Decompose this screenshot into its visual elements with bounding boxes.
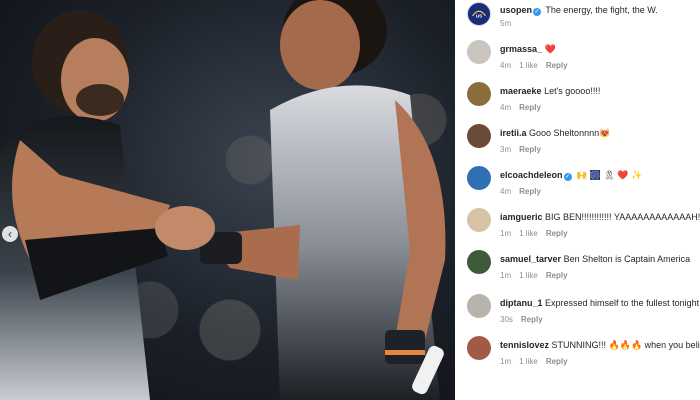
comment-item: iretii.a Gooo Sheltonnnn😻 3m Reply xyxy=(467,124,700,166)
usopen-avatar[interactable]: US xyxy=(467,2,491,26)
comment-text: 🙌 🎆 🎗 ❤️ ✨ xyxy=(576,170,643,180)
commenter-avatar[interactable] xyxy=(467,208,491,232)
usopen-logo-icon: US xyxy=(468,3,490,25)
commenter-avatar[interactable] xyxy=(467,40,491,64)
players-illustration xyxy=(0,0,446,400)
comment-time[interactable]: 1m xyxy=(500,271,511,280)
verified-badge-icon: ✓ xyxy=(563,173,572,181)
reply-button[interactable]: Reply xyxy=(521,315,543,324)
comment-text: Expressed himself to the fullest tonight xyxy=(545,298,700,308)
comment-item: diptanu_1 Expressed himself to the fulle… xyxy=(467,294,700,336)
comment-line: samuel_tarver Ben Shelton is Captain Ame… xyxy=(500,253,690,265)
verified-badge-icon: ✓ xyxy=(533,8,542,16)
comment-line: diptanu_1 Expressed himself to the fulle… xyxy=(500,297,699,309)
commenter-avatar[interactable] xyxy=(467,250,491,274)
comments-panel[interactable]: US usopen ✓ The energy, the fight, the W.… xyxy=(455,0,700,400)
caption-meta: 5m xyxy=(500,19,519,28)
comment-username[interactable]: iamgueric xyxy=(500,212,543,222)
comment-item: iamgueric BIG BEN!!!!!!!!!!!! YAAAAAAAAA… xyxy=(467,208,700,250)
comment-likes[interactable]: 1 like xyxy=(519,229,538,238)
comment-username[interactable]: grmassa_ xyxy=(500,44,542,54)
comment-likes[interactable]: 1 like xyxy=(519,357,538,366)
comment-text: ❤️ xyxy=(544,44,556,54)
comment-line: tennislovez STUNNING!!! 🔥🔥🔥 when you bel… xyxy=(500,339,700,351)
comment-line: maeraeke Let's goooo!!!! xyxy=(500,85,600,97)
comment-username[interactable]: tennislovez xyxy=(500,340,549,350)
caption-time[interactable]: 5m xyxy=(500,19,511,28)
post-caption: US usopen ✓ The energy, the fight, the W.… xyxy=(467,0,700,36)
comment-likes[interactable]: 1 like xyxy=(519,271,538,280)
comment-username[interactable]: iretii.a xyxy=(500,128,527,138)
commenter-avatar[interactable] xyxy=(467,166,491,190)
comment-item: tennislovez STUNNING!!! 🔥🔥🔥 when you bel… xyxy=(467,336,700,378)
reply-button[interactable]: Reply xyxy=(519,187,541,196)
comment-meta: 1m 1 like Reply xyxy=(500,357,576,366)
comment-meta: 1m 1 like Reply xyxy=(500,229,576,238)
commenter-avatar[interactable] xyxy=(467,294,491,318)
comment-time[interactable]: 1m xyxy=(500,229,511,238)
caption-username[interactable]: usopen xyxy=(500,5,532,15)
reply-button[interactable]: Reply xyxy=(546,357,568,366)
comment-meta: 30s Reply xyxy=(500,315,551,324)
comment-meta: 4m Reply xyxy=(500,103,549,112)
reply-button[interactable]: Reply xyxy=(519,145,541,154)
comment-meta: 4m Reply xyxy=(500,187,549,196)
caption-text: The energy, the fight, the W. xyxy=(545,5,658,15)
comment-item: grmassa_ ❤️ 4m 1 like Reply xyxy=(467,40,700,82)
comment-username[interactable]: diptanu_1 xyxy=(500,298,543,308)
comment-meta: 4m 1 like Reply xyxy=(500,61,576,70)
commenter-avatar[interactable] xyxy=(467,124,491,148)
comment-likes[interactable]: 1 like xyxy=(519,61,538,70)
comment-text: STUNNING!!! 🔥🔥🔥 when you belie possible!… xyxy=(551,340,700,350)
caption-line: usopen ✓ The energy, the fight, the W. xyxy=(500,4,658,16)
comment-item: elcoachdeleon ✓ 🙌 🎆 🎗 ❤️ ✨ 4m Reply xyxy=(467,166,700,208)
comment-username[interactable]: samuel_tarver xyxy=(500,254,561,264)
reply-button[interactable]: Reply xyxy=(546,229,568,238)
reply-button[interactable]: Reply xyxy=(546,61,568,70)
comment-line: iamgueric BIG BEN!!!!!!!!!!!! YAAAAAAAAA… xyxy=(500,211,700,223)
comment-meta: 1m 1 like Reply xyxy=(500,271,576,280)
previous-image-button[interactable]: ‹ xyxy=(2,226,18,242)
comment-line: elcoachdeleon ✓ 🙌 🎆 🎗 ❤️ ✨ xyxy=(500,169,642,181)
comment-meta: 3m Reply xyxy=(500,145,549,154)
comment-time[interactable]: 1m xyxy=(500,357,511,366)
comment-item: maeraeke Let's goooo!!!! 4m Reply xyxy=(467,82,700,124)
reply-button[interactable]: Reply xyxy=(546,271,568,280)
comment-time[interactable]: 30s xyxy=(500,315,513,324)
comment-line: grmassa_ ❤️ xyxy=(500,43,556,55)
comment-text: Ben Shelton is Captain America xyxy=(563,254,691,264)
comment-time[interactable]: 4m xyxy=(500,61,511,70)
comment-text: Let's goooo!!!! xyxy=(544,86,601,96)
commenter-avatar[interactable] xyxy=(467,82,491,106)
comment-text: BIG BEN!!!!!!!!!!!! YAAAAAAAAAAAAH!!!! xyxy=(545,212,700,222)
post-photo[interactable]: ‹ xyxy=(0,0,455,400)
comment-time[interactable]: 4m xyxy=(500,103,511,112)
comment-line: iretii.a Gooo Sheltonnnn😻 xyxy=(500,127,610,139)
comment-text: Gooo Sheltonnnn😻 xyxy=(529,128,611,138)
commenter-avatar[interactable] xyxy=(467,336,491,360)
comment-time[interactable]: 3m xyxy=(500,145,511,154)
comment-username[interactable]: elcoachdeleon xyxy=(500,170,563,180)
comment-username[interactable]: maeraeke xyxy=(500,86,542,96)
svg-text:US: US xyxy=(476,14,482,19)
comment-time[interactable]: 4m xyxy=(500,187,511,196)
reply-button[interactable]: Reply xyxy=(519,103,541,112)
comment-item: samuel_tarver Ben Shelton is Captain Ame… xyxy=(467,250,700,292)
